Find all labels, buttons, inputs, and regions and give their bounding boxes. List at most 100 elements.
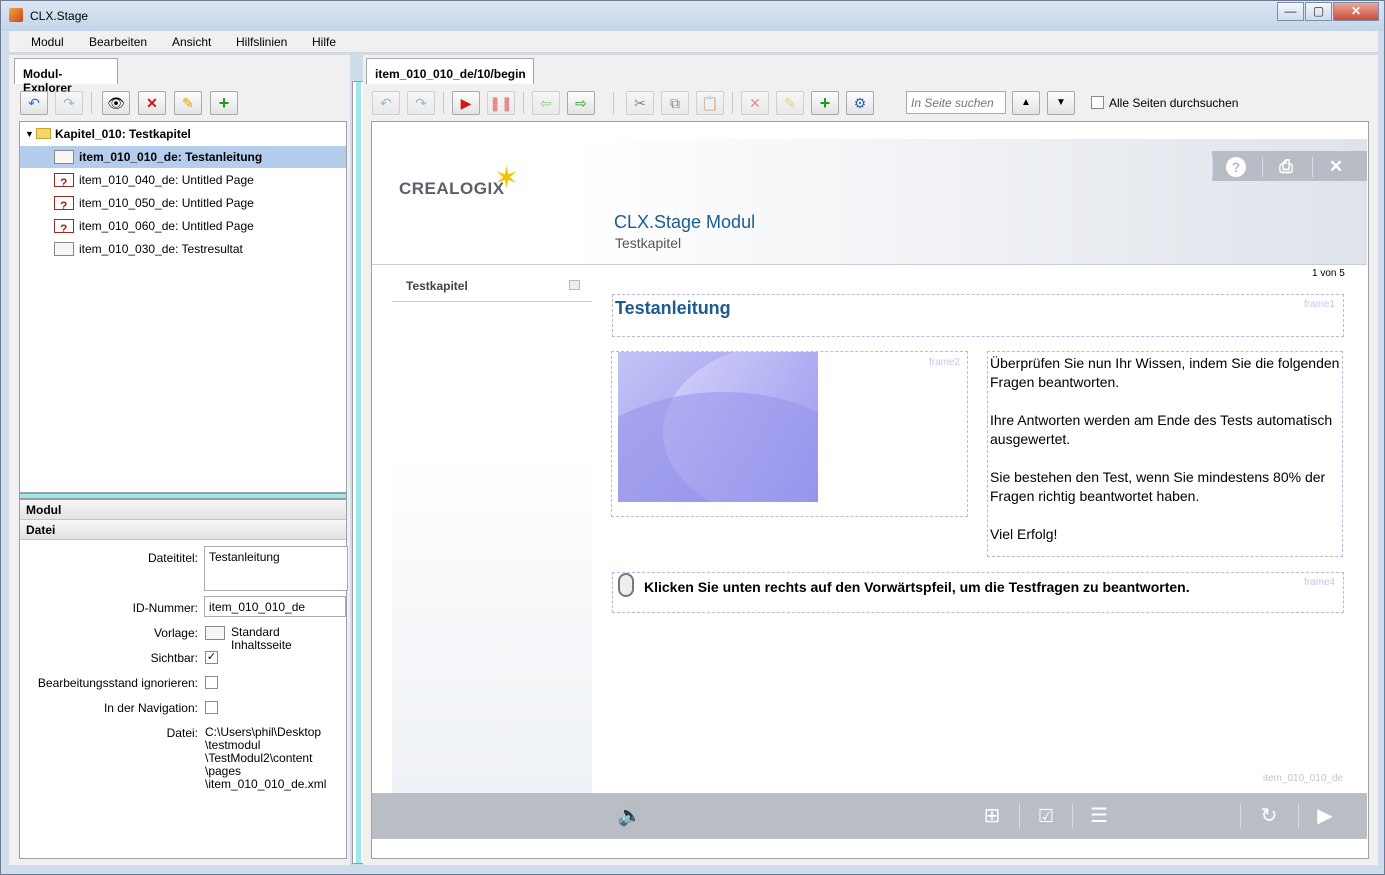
tree-item-4[interactable]: item_010_030_de: Testresultat	[20, 238, 346, 260]
maximize-button[interactable]: ▢	[1305, 2, 1332, 21]
editor-undo-button[interactable]: ↶	[372, 91, 400, 115]
tree-item-0[interactable]: item_010_010_de: Testanleitung	[20, 146, 346, 168]
edit-pencil-button[interactable]: ✎	[174, 91, 202, 115]
help-icon[interactable]: ?	[1226, 157, 1246, 177]
chapter-subtitle: Testkapitel	[615, 235, 682, 251]
image-shape	[618, 392, 818, 502]
stage-header: ? ⎙ ✕ CREALOGIX ✶ CLX.Stage Modul Testka…	[372, 139, 1367, 265]
sichtbar-checkbox[interactable]: ✓	[205, 651, 218, 664]
editor-delete-button[interactable]: ✕	[741, 91, 769, 115]
next-arrow-icon[interactable]: ▶	[1308, 803, 1342, 829]
editor-add-button[interactable]: +	[811, 91, 839, 115]
preview-eye-button[interactable]: 👁	[102, 91, 130, 115]
page-counter: 1 von 5	[1312, 268, 1345, 279]
all-pages-checkbox[interactable]	[1091, 96, 1104, 109]
datei-path: C:\Users\phil\Desktop \testmodul \TestMo…	[205, 726, 326, 791]
list-icon[interactable]: ☰	[1082, 803, 1116, 829]
expand-arrow-icon[interactable]: ▼	[25, 123, 34, 145]
header-separator	[1212, 157, 1213, 177]
check-icon[interactable]: ☑	[1029, 803, 1063, 829]
section-modul[interactable]: Modul	[20, 500, 346, 520]
id-nummer-label: ID-Nummer:	[132, 601, 198, 615]
settings-gear-button[interactable]: ⚙	[846, 91, 874, 115]
menu-hilfe[interactable]: Hilfe	[312, 35, 336, 49]
menu-bearbeiten[interactable]: Bearbeiten	[89, 35, 147, 49]
tree-item-label: item_010_060_de: Untitled Page	[79, 219, 254, 233]
footer-page-id: item_010_010_de	[1263, 773, 1344, 784]
cut-button[interactable]: ✂	[626, 91, 654, 115]
properties-panel: Modul Datei Dateititel: Testanleitung ID…	[19, 499, 348, 859]
delete-button[interactable]: ✕	[138, 91, 166, 115]
frame1-label: frame1	[1304, 299, 1336, 310]
collapse-icon[interactable]	[569, 280, 580, 290]
reload-icon[interactable]: ↻	[1252, 803, 1286, 829]
minimize-button[interactable]: —	[1277, 2, 1304, 21]
tree-item-label: item_010_050_de: Untitled Page	[79, 196, 254, 210]
datei-path-line: \item_010_010_de.xml	[205, 777, 327, 791]
app-icon	[9, 8, 23, 22]
decorative-image	[618, 352, 818, 502]
tree-item-label: item_010_030_de: Testresultat	[79, 242, 243, 256]
id-nummer-field[interactable]: item_010_010_de	[204, 596, 346, 617]
player-separator	[1072, 803, 1073, 829]
logo-star-icon: ✶	[494, 162, 520, 195]
player-bar: 🔊 ⊞ ☑ ☰ ↻ ▶	[372, 793, 1367, 839]
paste-button[interactable]: 📋	[696, 91, 724, 115]
menu-hilfslinien[interactable]: Hilfslinien	[236, 35, 287, 49]
export-button[interactable]: ⇨	[567, 91, 595, 115]
intro-paragraph: Viel Erfolg!	[990, 526, 1058, 542]
toolbar-separator	[613, 92, 614, 114]
vorlage-label: Vorlage:	[153, 626, 198, 640]
player-separator	[1019, 803, 1020, 829]
player-separator	[1298, 803, 1299, 829]
frame-intro-text[interactable]: Überprüfen Sie nun Ihr Wissen, indem Sie…	[987, 351, 1343, 557]
undo-button[interactable]: ↶	[20, 91, 48, 115]
tab-modul-explorer[interactable]: Modul-Explorer	[14, 58, 118, 95]
audio-speaker-icon[interactable]: 🔊	[613, 803, 647, 829]
tree-folder-row[interactable]: ▼ Kapitel_010: Testkapitel	[20, 123, 346, 145]
editor-edit-button[interactable]: ✎	[776, 91, 804, 115]
page-editor-canvas: ? ⎙ ✕ CREALOGIX ✶ CLX.Stage Modul Testka…	[371, 121, 1369, 859]
redo-button[interactable]: ↷	[55, 91, 83, 115]
chapter-navigation	[392, 265, 592, 793]
tree-item-label: item_010_010_de: Testanleitung	[79, 150, 263, 164]
tree-item-label: item_010_040_de: Untitled Page	[79, 173, 254, 187]
module-title: CLX.Stage Modul	[614, 212, 756, 232]
intro-paragraph: Überprüfen Sie nun Ihr Wissen, indem Sie…	[990, 355, 1340, 390]
import-button[interactable]: ⇦	[532, 91, 560, 115]
print-icon[interactable]: ⎙	[1276, 157, 1296, 177]
bearbeitungsstand-checkbox[interactable]	[205, 676, 218, 689]
close-stage-icon[interactable]: ✕	[1326, 157, 1346, 177]
intro-paragraph: Sie bestehen den Test, wenn Sie mindeste…	[990, 469, 1326, 504]
app-window: CLX.Stage — ▢ ✕ Modul Bearbeiten Ansicht…	[0, 0, 1385, 875]
tree-item-1[interactable]: item_010_040_de: Untitled Page	[20, 169, 346, 194]
dateititel-label: Dateititel:	[147, 551, 198, 565]
vorlage-line-2: Inhaltsseite	[231, 638, 292, 652]
sitemap-icon[interactable]: ⊞	[975, 803, 1009, 829]
navigation-checkbox[interactable]	[205, 701, 218, 714]
tree-item-3[interactable]: item_010_060_de: Untitled Page	[20, 215, 346, 240]
dateititel-field[interactable]: Testanleitung	[204, 546, 348, 591]
pause-button[interactable]: ❚❚	[487, 91, 515, 115]
title-bar: CLX.Stage — ▢ ✕	[1, 1, 1384, 31]
tab-editor-page[interactable]: item_010_010_de/10/begin	[366, 58, 534, 84]
tree-item-2[interactable]: item_010_050_de: Untitled Page	[20, 192, 346, 217]
add-button[interactable]: +	[210, 91, 238, 115]
toolbar-separator	[523, 92, 524, 114]
intro-paragraph: Ihre Antworten werden am Ende des Tests …	[990, 412, 1333, 447]
section-datei[interactable]: Datei	[20, 520, 346, 540]
record-play-button[interactable]: ▶	[452, 91, 480, 115]
menu-bar: Modul Bearbeiten Ansicht Hilfslinien Hil…	[9, 31, 1378, 53]
page-icon	[54, 150, 74, 164]
page-icon	[54, 242, 74, 256]
search-down-button[interactable]: ▼	[1047, 91, 1075, 115]
menu-ansicht[interactable]: Ansicht	[172, 35, 211, 49]
editor-redo-button[interactable]: ↷	[407, 91, 435, 115]
close-button[interactable]: ✕	[1333, 2, 1379, 21]
search-up-button[interactable]: ▲	[1012, 91, 1040, 115]
menu-modul[interactable]: Modul	[31, 35, 64, 49]
copy-button[interactable]: ⧉	[661, 91, 689, 115]
nav-item-testkapitel[interactable]: Testkapitel	[406, 279, 468, 293]
page-search-input[interactable]	[906, 91, 1006, 114]
toolbar-separator	[732, 92, 733, 114]
